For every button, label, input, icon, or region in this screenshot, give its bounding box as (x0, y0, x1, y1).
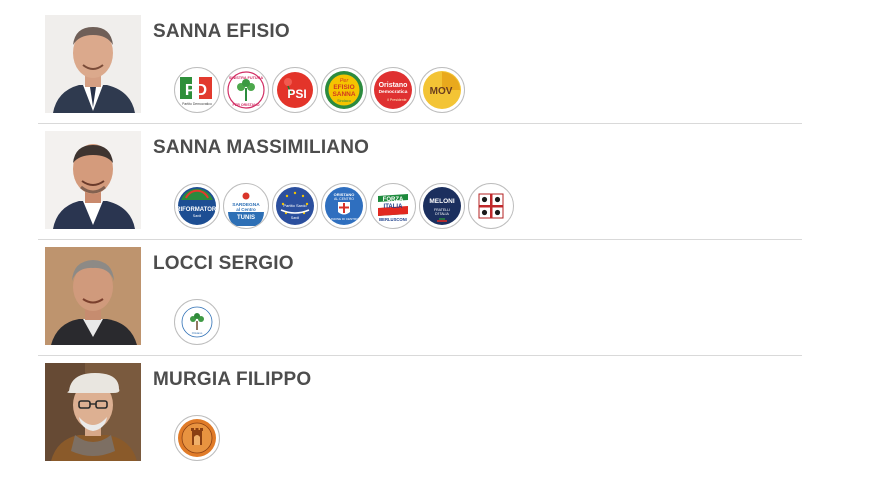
candidate-photo (45, 131, 141, 229)
orange-emblem-logo-icon[interactable] (174, 415, 220, 461)
svg-text:SANNA: SANNA (332, 91, 355, 98)
candidate-name[interactable]: SANNA MASSIMILIANO (153, 137, 369, 159)
mov-logo-icon[interactable]: MOV (419, 67, 465, 113)
svg-text:MELONI: MELONI (429, 198, 454, 205)
candidate-name[interactable]: MURGIA FILIPPO (153, 369, 311, 391)
candidate-list: SANNA EFISIO PD Partito Democratico SINI… (38, 8, 802, 471)
pd-logo-icon[interactable]: PD Partito Democratico (174, 67, 220, 113)
svg-text:Oristano: Oristano (379, 82, 408, 89)
svg-text:Oristano: Oristano (192, 331, 203, 335)
svg-text:FORZA: FORZA (383, 197, 404, 203)
sardegna-al-centro-logo-icon[interactable]: SARDEGNA al Centro TUNIS (223, 183, 269, 229)
party-logo-list (174, 415, 220, 463)
quattro-mori-logo-icon[interactable] (468, 183, 514, 229)
sinistra-futura-logo-icon[interactable]: SINISTRA FUTURA PER ORISTANO (223, 67, 269, 113)
candidate-photo (45, 363, 141, 461)
svg-text:al Centro: al Centro (236, 207, 256, 212)
forza-italia-logo-icon[interactable]: FORZA ITALIA BERLUSCONI (370, 183, 416, 229)
svg-text:il Presidente: il Presidente (387, 98, 406, 102)
svg-text:D'ITALIA: D'ITALIA (435, 212, 449, 216)
svg-text:PSI: PSI (287, 87, 306, 101)
party-logo-list: Oristano (174, 299, 220, 347)
partito-sardo-logo-icon[interactable]: Partito Sardo Sardi (272, 183, 318, 229)
svg-text:MOV: MOV (430, 86, 453, 97)
svg-text:ITALIA: ITALIA (384, 204, 404, 210)
candidate-name[interactable]: SANNA EFISIO (153, 21, 290, 43)
svg-text:AL CENTRO: AL CENTRO (334, 197, 354, 201)
riformatori-logo-icon[interactable]: RIFORMATORI Sardi (174, 183, 220, 229)
svg-text:PER ORISTANO: PER ORISTANO (232, 103, 259, 107)
candidate-photo (45, 247, 141, 345)
svg-text:BERLUSCONI: BERLUSCONI (379, 217, 407, 222)
svg-text:Democratica: Democratica (379, 89, 408, 95)
svg-text:UNIONE DI CENTRO: UNIONE DI CENTRO (329, 217, 359, 221)
oristano-democratica-logo-icon[interactable]: Oristano Democratica il Presidente (370, 67, 416, 113)
psi-logo-icon[interactable]: PSI (272, 67, 318, 113)
svg-text:EFISIO: EFISIO (333, 84, 354, 91)
svg-text:Sardi: Sardi (291, 216, 299, 220)
svg-text:Partito Democratico: Partito Democratico (182, 102, 212, 106)
svg-text:Sardi: Sardi (193, 214, 202, 218)
fratelli-ditalia-logo-icon[interactable]: MELONI FRATELLI D'ITALIA (419, 183, 465, 229)
svg-text:Partito Sardo: Partito Sardo (283, 203, 307, 208)
svg-text:TUNIS: TUNIS (237, 215, 255, 221)
svg-text:RIFORMATORI: RIFORMATORI (177, 207, 217, 213)
candidate-row[interactable]: MURGIA FILIPPO (38, 356, 802, 471)
svg-text:PD: PD (185, 82, 207, 99)
party-logo-list: PD Partito Democratico SINISTRA FUTURA P… (174, 67, 465, 115)
oristano-al-centro-logo-icon[interactable]: ORISTANO AL CENTRO UNIONE DI CENTRO (321, 183, 367, 229)
per-efisio-sanna-logo-icon[interactable]: Per EFISIO SANNA Sindaco (321, 67, 367, 113)
candidate-row[interactable]: SANNA MASSIMILIANO RIFORMATORI Sardi SAR… (38, 124, 802, 240)
candidate-photo (45, 15, 141, 113)
svg-text:Sindaco: Sindaco (337, 99, 351, 103)
civic-list-tree-logo-icon[interactable]: Oristano (174, 299, 220, 345)
candidate-row[interactable]: SANNA EFISIO PD Partito Democratico SINI… (38, 8, 802, 124)
candidate-row[interactable]: LOCCI SERGIO Oristano (38, 240, 802, 356)
candidate-name[interactable]: LOCCI SERGIO (153, 253, 294, 275)
party-logo-list: RIFORMATORI Sardi SARDEGNA al Centro TUN… (174, 183, 514, 231)
